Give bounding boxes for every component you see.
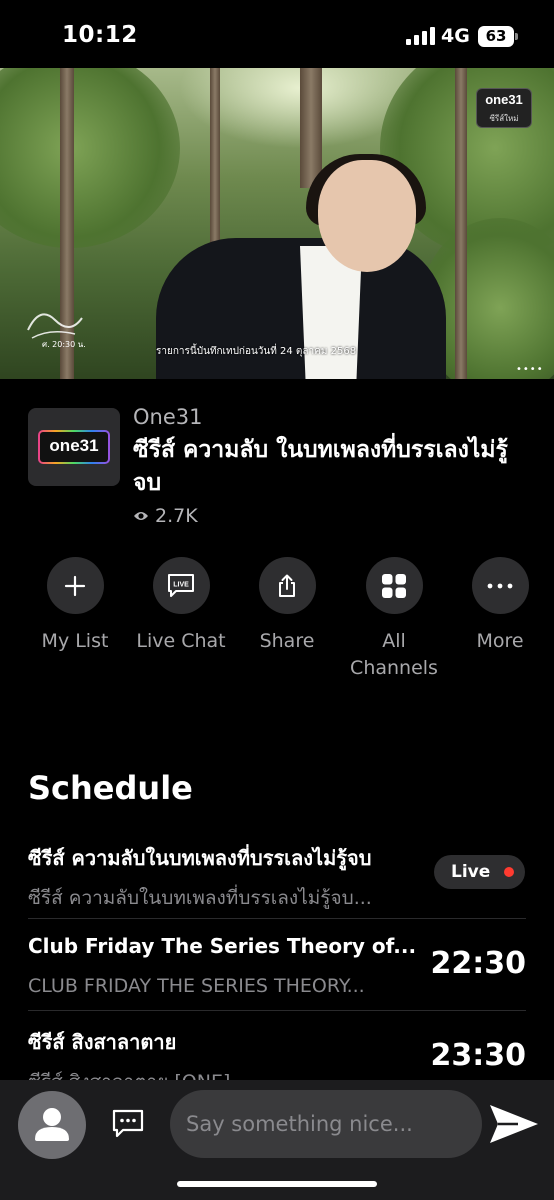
channel-logo-overlay-text: one31 <box>485 92 523 107</box>
schedule-item-subtitle: ซีรีส์ ความลับในบทเพลงที่บรรเลงไม่รู้จบ.… <box>28 887 372 909</box>
my-list-label: My List <box>41 630 109 652</box>
video-player[interactable]: one31 ซีรีส์ใหม่ ศ. 20:30 น. รายการนี้บั… <box>0 68 554 379</box>
my-list-circle <box>46 557 104 614</box>
tree-trunk <box>300 68 322 188</box>
video-disclaimer: รายการนี้บันทึกเทปก่อนวันที่ 24 ตุลาคม 2… <box>156 346 357 357</box>
grid-icon <box>382 573 406 598</box>
live-chat-icon-text: LIVE <box>173 581 189 588</box>
plus-icon <box>64 575 86 596</box>
battery-icon: 63 <box>478 26 518 47</box>
live-chat-button[interactable]: LIVE Live Chat <box>126 557 236 655</box>
channel-logo-text: one31 <box>49 436 99 455</box>
schedule-item-title: ซีรีส์ ความลับในบทเพลงที่บรรเลงไม่รู้จบ <box>28 846 372 870</box>
share-circle <box>258 557 316 614</box>
avatar[interactable] <box>18 1091 86 1159</box>
divider <box>28 918 526 919</box>
network-type: 4G <box>441 25 470 47</box>
channel-logo: one31 <box>38 430 110 464</box>
send-button[interactable] <box>486 1098 542 1150</box>
program-title: ซีรีส์ ความลับ ในบทเพลงที่บรรเลงไม่รู้จบ <box>133 437 508 496</box>
home-indicator <box>177 1181 377 1187</box>
more-button[interactable]: More <box>445 557 554 655</box>
schedule-item[interactable]: Club Friday The Series Theory of... CLUB… <box>28 934 526 1004</box>
share-label: Share <box>259 630 315 652</box>
live-chat-circle: LIVE <box>152 557 210 614</box>
view-count-value: 2.7K <box>155 505 198 527</box>
status-bar: 10:12 4G 63 <box>0 0 554 68</box>
user-icon <box>35 1108 69 1141</box>
schedule-item-time: 22:30 <box>430 946 527 981</box>
live-chat-icon: LIVE <box>168 573 194 597</box>
channel-thumbnail[interactable]: one31 <box>28 408 120 486</box>
live-dot-icon <box>504 867 515 877</box>
signal-icon <box>406 27 435 45</box>
channel-logo-overlay: one31 ซีรีส์ใหม่ <box>476 88 532 128</box>
foliage <box>0 68 180 248</box>
more-circle <box>471 557 529 614</box>
all-channels-circle <box>365 557 423 614</box>
chat-bubble-button[interactable] <box>108 1104 148 1144</box>
all-channels-label: All Channels <box>350 630 438 679</box>
status-time: 10:12 <box>62 22 138 48</box>
live-chat-label: Live Chat <box>136 630 226 652</box>
video-page-dots: •••• <box>516 364 544 375</box>
more-label: More <box>476 630 524 652</box>
schedule-heading: Schedule <box>28 769 193 807</box>
chat-bubble-icon <box>112 1109 144 1138</box>
eye-icon <box>134 512 148 520</box>
share-icon <box>279 574 295 597</box>
live-badge: Live <box>434 855 525 889</box>
channel-name[interactable]: One31 <box>133 405 202 429</box>
schedule-item-time: 23:30 <box>430 1038 527 1073</box>
watermark-time: ศ. 20:30 น. <box>42 340 86 349</box>
person-face <box>318 160 416 272</box>
divider <box>28 1010 526 1011</box>
schedule-item-title: Club Friday The Series Theory of... <box>28 934 417 958</box>
schedule-item-title: ซีรีส์ สิงสาลาตาย <box>28 1030 177 1054</box>
view-count: 2.7K <box>133 505 198 527</box>
tree-trunk <box>455 68 467 379</box>
all-channels-button[interactable]: All Channels <box>339 557 449 682</box>
send-icon <box>490 1105 538 1143</box>
share-button[interactable]: Share <box>232 557 342 655</box>
channel-logo-overlay-sub: ซีรีส์ใหม่ <box>489 114 519 123</box>
ellipsis-icon <box>487 583 513 588</box>
live-badge-text: Live <box>451 862 491 882</box>
my-list-button[interactable]: My List <box>20 557 130 655</box>
chat-message-input[interactable] <box>170 1090 482 1158</box>
schedule-item-subtitle: CLUB FRIDAY THE SERIES THEORY... <box>28 975 365 997</box>
